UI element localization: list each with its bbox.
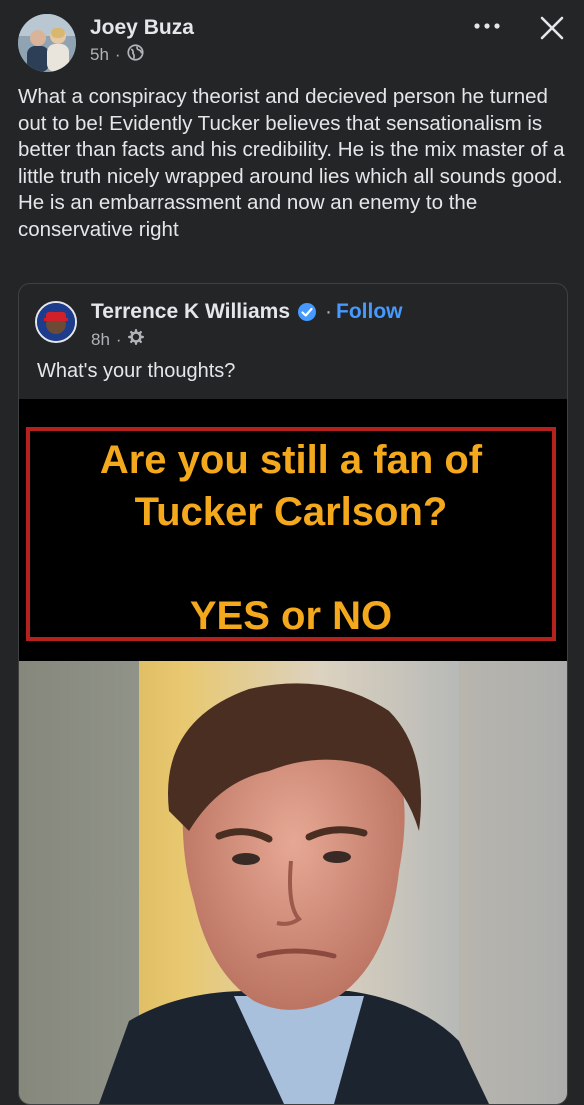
follow-button[interactable]: Follow: [336, 300, 403, 324]
verified-badge-icon: [297, 302, 317, 322]
more-options-icon[interactable]: [472, 16, 502, 36]
shared-author-avatar[interactable]: [35, 301, 77, 343]
name-separator: ·: [325, 300, 332, 323]
portrait-photo: [19, 661, 567, 1104]
post-header: Joey Buza 5h ·: [0, 0, 584, 80]
shared-post-card[interactable]: Terrence K Williams · Follow 8h · What's…: [18, 283, 568, 1105]
shared-media[interactable]: Are you still a fan of Tucker Carlson? Y…: [19, 399, 567, 1104]
gear-icon: [127, 329, 144, 350]
shared-author-name[interactable]: Terrence K Williams: [91, 300, 290, 324]
author-name[interactable]: Joey Buza: [90, 16, 194, 40]
banner-line-3: YES or NO: [189, 594, 393, 638]
post-time[interactable]: 5h: [90, 45, 109, 65]
banner-line-1: Are you still a fan of: [99, 438, 483, 482]
shared-post-text: What's your thoughts?: [37, 360, 236, 382]
shared-meta: 8h ·: [91, 329, 144, 350]
post-meta: 5h ·: [90, 44, 144, 66]
shared-time[interactable]: 8h: [91, 330, 110, 350]
author-avatar[interactable]: [18, 14, 76, 72]
meta-separator: ·: [114, 45, 121, 64]
banner-box: Are you still a fan of Tucker Carlson? Y…: [26, 427, 556, 641]
shared-name-row: Terrence K Williams · Follow: [91, 300, 403, 324]
banner-line-2: Tucker Carlson?: [134, 490, 448, 534]
globe-icon: [127, 44, 144, 66]
post-text: What a conspiracy theorist and decieved …: [18, 85, 565, 241]
shared-meta-separator: ·: [115, 329, 122, 349]
close-icon[interactable]: [538, 14, 566, 42]
